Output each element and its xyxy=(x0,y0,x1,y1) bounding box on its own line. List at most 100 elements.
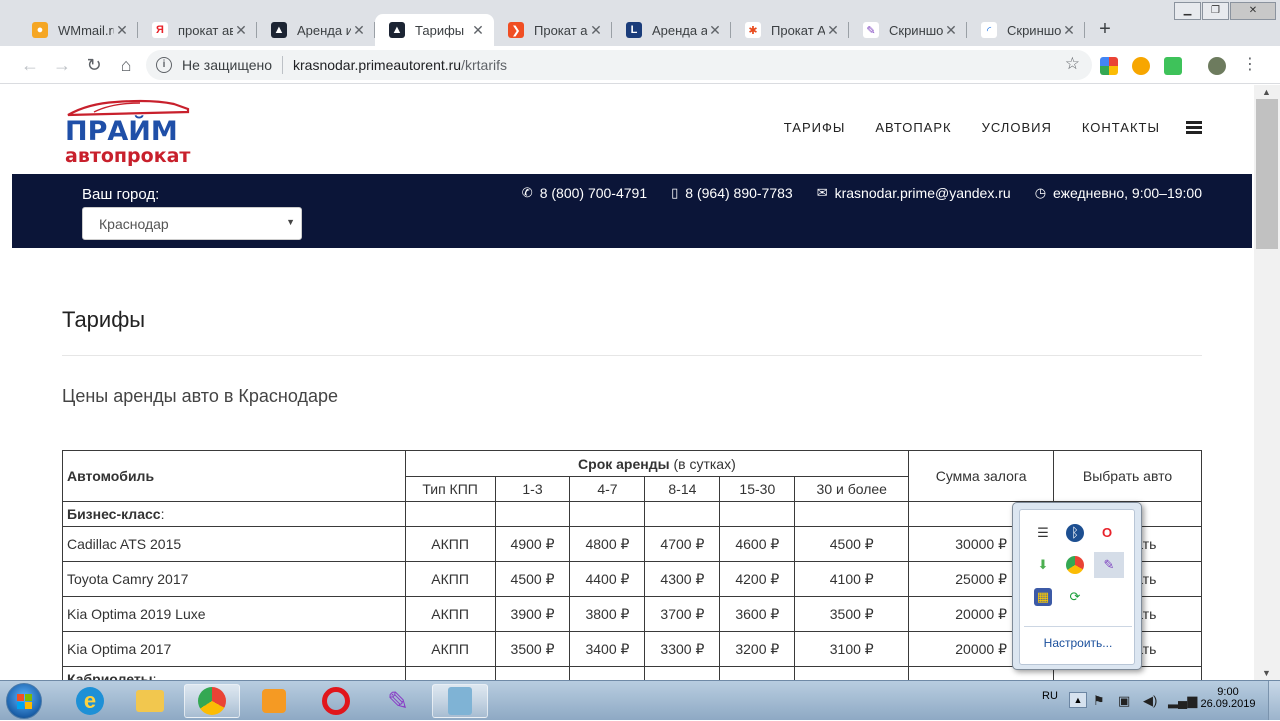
tab-title: Аренда ав xyxy=(652,22,707,38)
action-center-flag-icon[interactable]: ⚑ xyxy=(1093,693,1105,709)
car-name: Kia Optima 2017 xyxy=(62,631,406,667)
media-taskbar-button[interactable] xyxy=(246,684,302,718)
show-desktop-button[interactable] xyxy=(1268,681,1280,720)
tab-title: Тарифы xyxy=(415,22,465,38)
reload-icon[interactable]: ↻ xyxy=(82,53,106,77)
close-tab-icon[interactable]: ✕ xyxy=(588,22,604,39)
window-controls: ▁ ❐ ✕ xyxy=(1173,2,1276,20)
settings-tray-icon[interactable]: ☰ xyxy=(1034,524,1052,542)
browser-tab[interactable]: ▲ Аренда и ✕ xyxy=(257,14,375,46)
chrome-icon xyxy=(198,687,226,715)
nav-kontakty[interactable]: КОНТАКТЫ xyxy=(1082,120,1160,135)
price-cell: 4800 ₽ xyxy=(569,526,646,562)
scroll-down-icon[interactable]: ▼ xyxy=(1262,668,1271,678)
media-player-icon xyxy=(262,689,286,713)
new-tab-button[interactable]: + xyxy=(1093,18,1117,42)
browser-tab[interactable]: ✱ Прокат А ✕ xyxy=(731,14,849,46)
taskbar: e ✎ RU ▲ ⚑ ▣ ◀) ▂▄▆ xyxy=(0,680,1280,720)
nav-avtopark[interactable]: АВТОПАРК xyxy=(875,120,951,135)
profile-avatar[interactable] xyxy=(1208,57,1226,75)
app-tray-icon[interactable]: ▦ xyxy=(1034,588,1052,606)
address-bar[interactable]: i Не защищено krasnodar.primeautorent.ru… xyxy=(146,50,1092,80)
language-indicator[interactable]: RU xyxy=(1042,690,1058,702)
menu-kebab-icon[interactable]: ⋮ xyxy=(1238,53,1262,77)
price-cell: 4500 ₽ xyxy=(794,526,910,562)
power-icon[interactable]: ▣ xyxy=(1118,693,1130,709)
close-tab-icon[interactable]: ✕ xyxy=(825,22,841,39)
extension-icon[interactable] xyxy=(1164,57,1182,75)
page-subtitle: Цены аренды авто в Краснодаре xyxy=(62,386,339,406)
browser-tab[interactable]: ✎ Скриншо ✕ xyxy=(849,14,967,46)
close-tab-icon[interactable]: ✕ xyxy=(351,22,367,39)
forward-icon[interactable]: → xyxy=(50,53,74,77)
hamburger-menu-icon[interactable] xyxy=(1186,119,1202,136)
close-tab-icon[interactable]: ✕ xyxy=(1061,22,1077,39)
wmmail-extension-icon[interactable] xyxy=(1132,57,1150,75)
customize-link[interactable]: Настроить... xyxy=(1020,636,1136,650)
tab-strip: ● WMmail.ru ✕ Япрокат ав ✕ ▲ Аренда и ✕ ▲ Тарифы ✕… xyxy=(0,0,1280,46)
network-signal-icon[interactable]: ▂▄▆ xyxy=(1168,693,1197,709)
car-name: Cadillac ATS 2015 xyxy=(62,526,406,562)
email-link[interactable]: ✉ krasnodar.prime@yandex.ru xyxy=(817,185,1011,201)
close-tab-icon[interactable]: ✕ xyxy=(943,22,959,39)
close-tab-icon[interactable]: ✕ xyxy=(114,22,130,39)
price-cell: 3100 ₽ xyxy=(794,631,910,667)
phone-2[interactable]: ▯ 8 (964) 890-7783 xyxy=(671,185,793,201)
info-icon[interactable]: i xyxy=(156,57,172,73)
volume-icon[interactable]: ◀) xyxy=(1143,693,1157,709)
bluetooth-icon[interactable]: ᛒ xyxy=(1066,524,1084,542)
price-cell: 4200 ₽ xyxy=(719,561,796,597)
clock[interactable]: 9:00 26.09.2019 xyxy=(1198,686,1258,710)
opera-tray-icon[interactable]: O xyxy=(1098,524,1116,542)
back-icon[interactable]: ← xyxy=(18,53,42,77)
browser-tab[interactable]: ❯ Прокат ав✕ xyxy=(494,14,612,46)
nav-usloviya[interactable]: УСЛОВИЯ xyxy=(982,120,1052,135)
chevron-down-icon: ▼ xyxy=(286,217,295,227)
price-cell: 4700 ₽ xyxy=(644,526,721,562)
ie-taskbar-button[interactable]: e xyxy=(62,684,118,718)
scroll-up-icon[interactable]: ▲ xyxy=(1262,87,1271,97)
site-header: ПРАЙМ автопрокат ТАРИФЫ АВТОПАРК УСЛОВИЯ… xyxy=(12,85,1252,174)
folder-icon xyxy=(136,690,164,712)
browser-tab[interactable]: ▲ Тарифы ✕ xyxy=(375,14,494,46)
explorer-taskbar-button[interactable] xyxy=(122,684,178,718)
chrome-tray-icon[interactable] xyxy=(1066,556,1084,574)
maximize-button[interactable]: ❐ xyxy=(1202,2,1229,20)
browser-tab[interactable]: Япрокат ав ✕ xyxy=(138,14,257,46)
start-button[interactable] xyxy=(6,683,42,719)
apps-extension-icon[interactable] xyxy=(1100,57,1118,75)
browser-tab[interactable]: ● WMmail.ru ✕ xyxy=(18,14,138,46)
city-label: Ваш город: xyxy=(82,186,160,203)
minimize-button[interactable]: ▁ xyxy=(1174,2,1201,20)
working-hours: ◷ ежедневно, 9:00–19:00 xyxy=(1034,185,1202,201)
group-cabrio: Кабриолеты: xyxy=(62,666,406,680)
city-select[interactable]: Краснодар ▼ xyxy=(82,207,302,240)
close-tab-icon[interactable]: ✕ xyxy=(707,22,723,39)
prime-logo[interactable]: ПРАЙМ автопрокат xyxy=(64,93,194,167)
price-cell: 3200 ₽ xyxy=(719,631,796,667)
lightshot-tray-icon[interactable]: ✎ xyxy=(1094,552,1124,578)
download-tray-icon[interactable]: ⬇ xyxy=(1034,556,1052,574)
sync-tray-icon[interactable]: ⟳ xyxy=(1066,588,1084,606)
nav-tarify[interactable]: ТАРИФЫ xyxy=(784,120,846,135)
chrome-taskbar-button[interactable] xyxy=(184,684,240,718)
show-hidden-icons-button[interactable]: ▲ xyxy=(1069,692,1087,708)
phone-1[interactable]: ✆ 8 (800) 700-4791 xyxy=(522,185,647,201)
page-scrollbar[interactable]: ▲ ▼ xyxy=(1254,85,1280,680)
browser-tab[interactable]: ◜ Скриншо ✕ xyxy=(967,14,1085,46)
scrollbar-thumb[interactable] xyxy=(1256,99,1278,249)
close-window-button[interactable]: ✕ xyxy=(1230,2,1276,20)
header-term: Срок аренды (в сутках) xyxy=(404,450,910,477)
contact-bar: Ваш город: Краснодар ▼ ✆ 8 (800) 700-4791… xyxy=(12,174,1252,248)
home-icon[interactable]: ⌂ xyxy=(114,53,138,77)
header-period: 30 и более xyxy=(794,476,910,502)
browser-tab[interactable]: L Аренда ав✕ xyxy=(612,14,731,46)
lightshot-taskbar-button[interactable]: ✎ xyxy=(370,684,426,718)
notepad-taskbar-button[interactable] xyxy=(432,684,488,718)
close-tab-icon[interactable]: ✕ xyxy=(233,22,249,39)
tab-favicon-icon: ▲ xyxy=(271,22,287,38)
bookmark-star-icon[interactable]: ☆ xyxy=(1065,54,1080,74)
url-text[interactable]: krasnodar.primeautorent.ru/krtarifs xyxy=(293,57,507,73)
close-tab-icon[interactable]: ✕ xyxy=(470,22,486,39)
opera-taskbar-button[interactable] xyxy=(308,684,364,718)
